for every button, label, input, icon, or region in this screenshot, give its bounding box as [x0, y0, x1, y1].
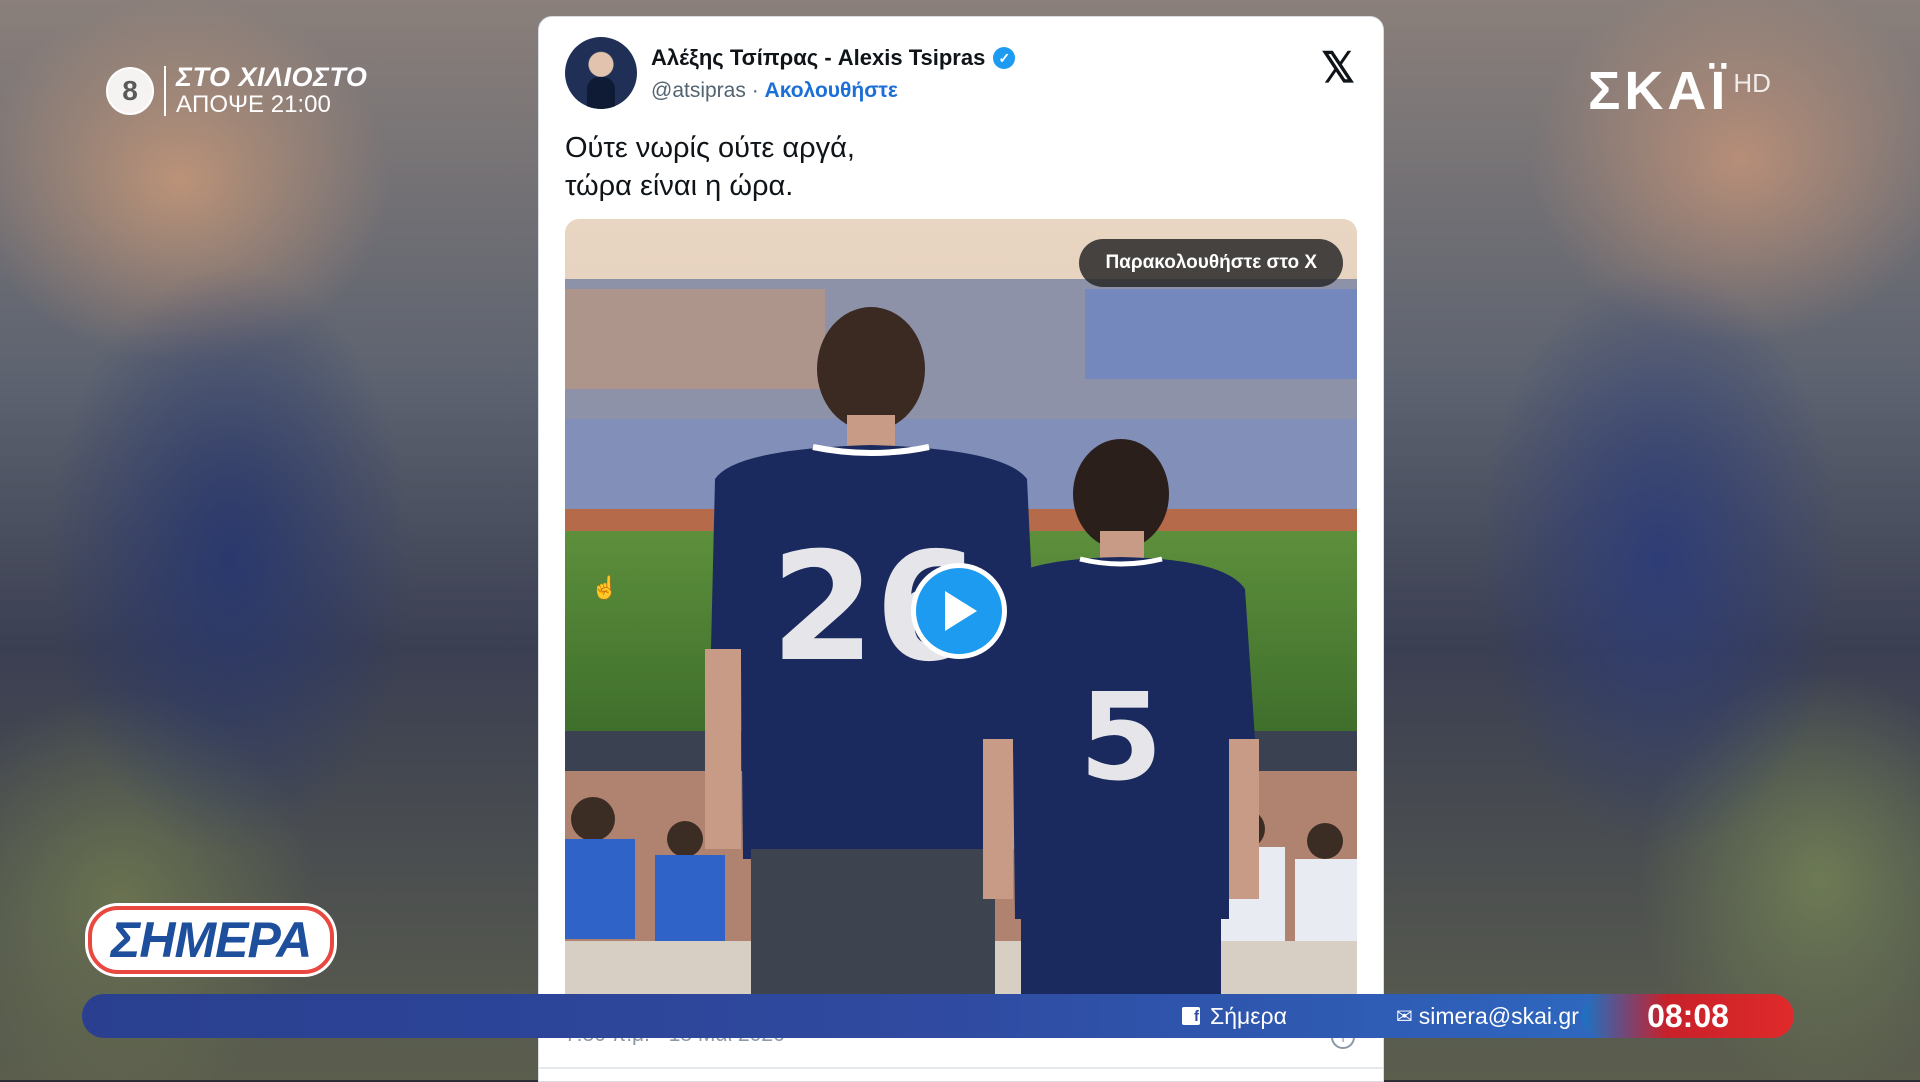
play-icon [945, 591, 977, 631]
promo-divider [164, 65, 166, 116]
tweet-header: Αλέξης Τσίπρας - Alexis Tsipras ✓ @atsip… [565, 35, 1355, 115]
author-handle[interactable]: @atsipras [651, 79, 746, 102]
show-logo: ΣΗΜΕΡΑ [88, 906, 334, 974]
hd-label: HD [1733, 68, 1771, 98]
tweet-text-line1: Ούτε νωρίς ούτε αργά, [565, 132, 855, 164]
tweet-divider [539, 1067, 1383, 1069]
tweet-text-line2: τώρα είναι η ώρα. [565, 170, 794, 202]
watch-on-x-button[interactable]: Παρακολουθήστε στο X [1079, 239, 1343, 287]
tweet-card: Αλέξης Τσίπρας - Alexis Tsipras ✓ @atsip… [538, 16, 1384, 1082]
news-ticker: f Σήμερα ✉ simera@skai.gr [82, 994, 1794, 1038]
jersey-number-5: 5 [1079, 669, 1163, 808]
verified-badge-icon: ✓ [993, 47, 1016, 69]
clock: 08:08 [1582, 994, 1794, 1038]
follow-button[interactable]: Ακολουθήστε [765, 79, 898, 102]
promo-title: ΣΤΟ ΧΙΛΙΟΣΤΟ [176, 62, 368, 92]
promo-time: ΑΠΟΨΕ 21:00 [176, 91, 331, 118]
avatar[interactable] [565, 37, 637, 109]
facebook-label: Σήμερα [1210, 1002, 1287, 1029]
channel-number-badge: 8 [106, 66, 154, 115]
x-logo-icon[interactable]: 𝕏 [1321, 47, 1355, 89]
email-address: simera@skai.gr [1418, 1002, 1579, 1029]
channel-logo: ΣΚΑΪ HD [1588, 64, 1771, 118]
channel-name: ΣΚΑΪ [1588, 61, 1730, 121]
play-button[interactable] [911, 563, 1007, 659]
facebook-link: f Σήμερα [1182, 994, 1287, 1038]
author-name[interactable]: Αλέξης Τσίπρας - Alexis Tsipras [651, 45, 985, 71]
tweet-text: Ούτε νωρίς ούτε αργά, τώρα είναι η ώρα. [565, 129, 855, 205]
cursor-icon: ☝ [591, 575, 619, 600]
mail-icon: ✉ [1396, 1005, 1413, 1028]
tweet-video[interactable]: 26 5 Παρακολουθήστε στο X ☝ [565, 219, 1357, 1009]
handle-separator: · [745, 79, 765, 102]
facebook-icon: f [1182, 1007, 1200, 1025]
program-promo: 8 ΣΤΟ ΧΙΛΙΟΣΤΟ ΑΠΟΨΕ 21:00 [106, 64, 367, 117]
email-contact: ✉ simera@skai.gr [1396, 994, 1579, 1038]
show-logo-text: ΣΗΜΕΡΑ [110, 912, 312, 968]
